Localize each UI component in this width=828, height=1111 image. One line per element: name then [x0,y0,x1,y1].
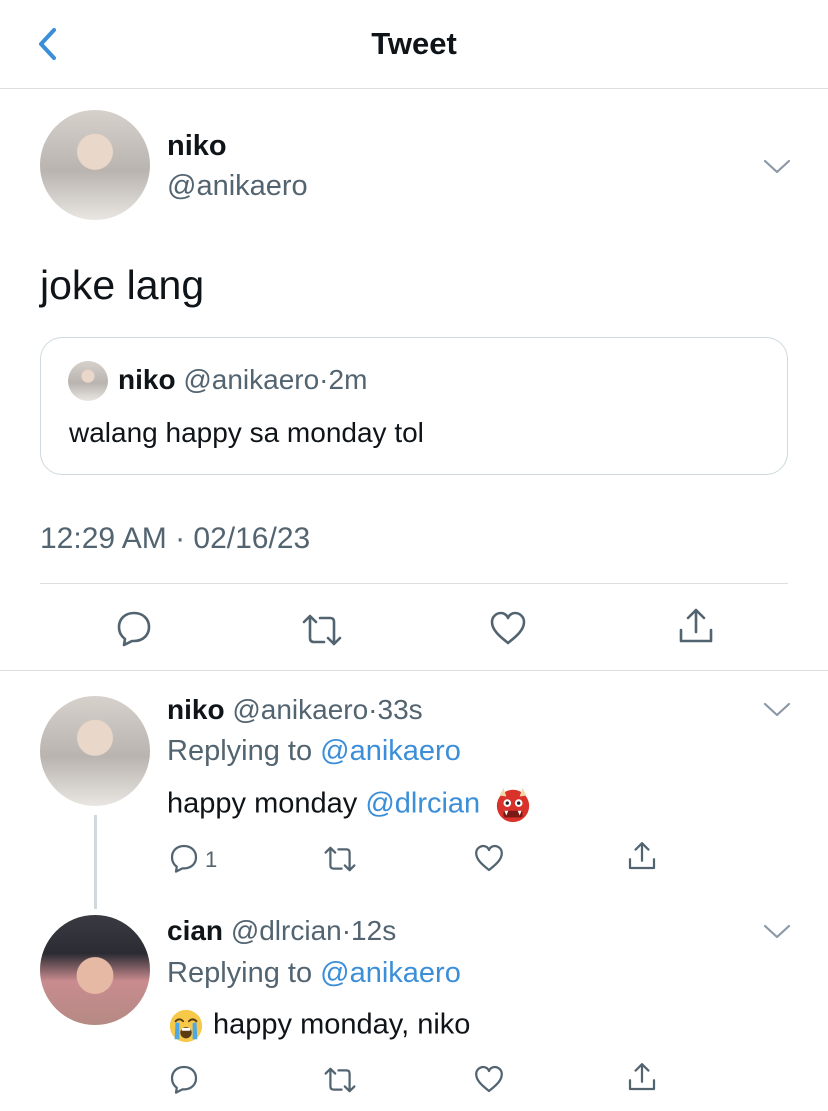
quote-text: walang happy sa monday tol [69,417,424,448]
reply-text-body: happy monday, niko [213,1008,471,1041]
tweet-text: joke lang [40,262,205,308]
author-name[interactable]: niko [167,130,227,163]
replying-to-label: Replying to [167,735,321,767]
share-icon[interactable] [626,840,658,872]
reply-author-line: niko @anikaero·33s [167,694,423,726]
top-bar: Tweet [0,0,828,89]
divider [40,583,788,584]
reply-author-handle-time[interactable]: @anikaero·33s [232,694,422,725]
quote-author-line: niko @anikaero·2m [118,364,367,396]
quote-author-handle-time: @anikaero·2m [183,364,368,395]
quoted-tweet[interactable] [40,337,788,475]
reply-author-name[interactable]: niko [167,694,225,725]
reply-author-handle-time[interactable]: @dlrcian·12s [231,915,396,946]
reply-icon[interactable] [168,842,200,874]
avatar[interactable] [40,915,150,1025]
like-icon[interactable] [473,1063,505,1095]
tweet-timestamp: 12:29 AM · 02/16/23 [40,522,311,555]
chevron-down-icon[interactable] [762,700,792,720]
replying-to-label: Replying to [167,957,321,989]
avatar[interactable] [40,110,150,220]
reply-icon[interactable] [114,608,154,648]
like-icon[interactable] [488,608,528,648]
reply-text: happy monday, niko [167,1007,470,1045]
quote-author-name: niko [118,364,176,395]
mention-link[interactable]: @dlrcian [365,788,480,820]
retweet-icon[interactable] [322,843,358,875]
reply-icon[interactable] [168,1063,200,1095]
ogre-emoji [497,787,530,823]
quote-avatar [68,361,108,401]
reply-count: 1 [205,847,218,872]
loudly-crying-face-emoji [169,1009,203,1043]
retweet-icon[interactable] [300,610,344,650]
reply-author-name[interactable]: cian [167,915,223,946]
chevron-down-icon[interactable] [762,922,792,942]
reply-text: happy monday @dlrcian [167,786,532,824]
share-icon[interactable] [676,606,716,646]
retweet-icon[interactable] [322,1064,358,1096]
reply-author-line: cian @dlrcian·12s [167,915,396,947]
reply-text-body: happy monday [167,787,366,820]
thread-connector [94,815,97,909]
page-title: Tweet [371,26,457,61]
replying-to: Replying to @anikaero [167,957,461,990]
mention-link[interactable]: @anikaero [320,735,461,767]
mention-link[interactable]: @anikaero [320,957,461,989]
author-handle[interactable]: @anikaero [167,170,308,203]
chevron-down-icon[interactable] [762,157,792,177]
share-icon[interactable] [626,1061,658,1093]
replying-to: Replying to @anikaero [167,735,461,768]
divider [0,670,828,671]
avatar[interactable] [40,696,150,806]
like-icon[interactable] [473,842,505,874]
